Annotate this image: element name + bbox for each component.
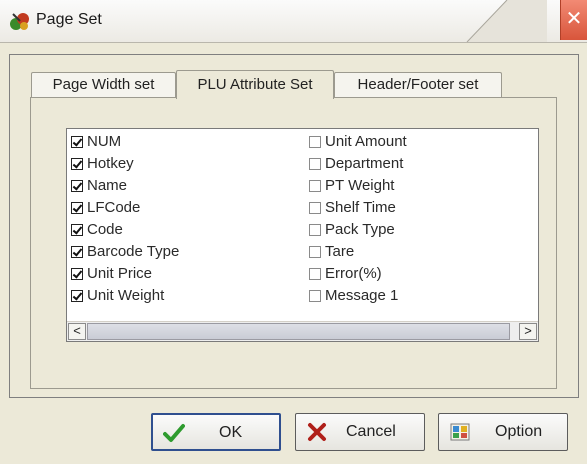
window-title: Page Set	[36, 11, 102, 28]
ok-label: OK	[219, 424, 243, 441]
close-button[interactable]: ✕	[560, 0, 587, 40]
tab-plu-attribute-set[interactable]: PLU Attribute Set	[176, 70, 334, 99]
tab-label: PLU Attribute Set	[197, 76, 313, 93]
attribute-label: Error(%)	[325, 265, 382, 282]
checkbox-checked-icon[interactable]	[71, 224, 83, 236]
attribute-label: Unit Weight	[87, 287, 165, 304]
attribute-checklist[interactable]: NUM Hotkey Name LFCode Code Barcode Type…	[66, 128, 539, 342]
horizontal-scrollbar[interactable]: < >	[67, 321, 538, 341]
scroll-left-button[interactable]: <	[68, 323, 86, 340]
option-label: Option	[495, 423, 543, 440]
checkbox-checked-icon[interactable]	[71, 136, 83, 148]
ok-button[interactable]: OK	[151, 413, 281, 451]
attribute-label: Department	[325, 155, 404, 172]
attribute-label: Unit Price	[87, 265, 153, 282]
attribute-label: LFCode	[87, 199, 141, 216]
attribute-label: PT Weight	[325, 177, 395, 194]
attribute-label: Message 1	[325, 287, 399, 304]
tab-label: Page Width set	[52, 76, 155, 93]
scroll-right-button[interactable]: >	[519, 323, 537, 340]
attribute-label: Hotkey	[87, 155, 134, 172]
checkbox-checked-icon[interactable]	[71, 158, 83, 170]
checkbox-unchecked-icon[interactable]	[309, 158, 321, 170]
checkbox-checked-icon[interactable]	[71, 268, 83, 280]
attribute-label: NUM	[87, 133, 122, 150]
checkbox-unchecked-icon[interactable]	[309, 268, 321, 280]
checkbox-checked-icon[interactable]	[71, 180, 83, 192]
checkbox-unchecked-icon[interactable]	[309, 246, 321, 258]
cancel-label: Cancel	[346, 423, 396, 440]
attribute-label: Pack Type	[325, 221, 395, 238]
checkbox-unchecked-icon[interactable]	[309, 290, 321, 302]
checkmark-icon	[163, 424, 185, 442]
cross-icon	[308, 423, 326, 441]
checkbox-unchecked-icon[interactable]	[309, 202, 321, 214]
close-icon: ✕	[565, 8, 583, 30]
tab-page-width-set[interactable]: Page Width set	[31, 72, 176, 98]
option-button[interactable]: Option	[438, 413, 568, 451]
attribute-label: Unit Amount	[325, 133, 407, 150]
attribute-label: Shelf Time	[325, 199, 396, 216]
scrollbar-thumb[interactable]	[87, 323, 510, 340]
option-icon	[450, 423, 470, 441]
checkbox-unchecked-icon[interactable]	[309, 180, 321, 192]
scale-app-icon	[10, 13, 29, 30]
checkbox-checked-icon[interactable]	[71, 290, 83, 302]
checkbox-checked-icon[interactable]	[71, 246, 83, 258]
cancel-button[interactable]: Cancel	[295, 413, 425, 451]
tab-header-footer-set[interactable]: Header/Footer set	[334, 72, 502, 98]
tab-label: Header/Footer set	[357, 76, 479, 93]
attribute-label: Name	[87, 177, 128, 194]
checkbox-unchecked-icon[interactable]	[309, 136, 321, 148]
title-bar-decoration	[466, 0, 547, 42]
attribute-label: Tare	[325, 243, 355, 260]
attribute-label: Barcode Type	[87, 243, 180, 260]
checkbox-unchecked-icon[interactable]	[309, 224, 321, 236]
attribute-label: Code	[87, 221, 123, 238]
checkbox-checked-icon[interactable]	[71, 202, 83, 214]
chevron-left-icon: <	[73, 323, 81, 338]
chevron-right-icon: >	[524, 323, 532, 338]
title-bar[interactable]: Page Set ✕	[0, 0, 587, 43]
